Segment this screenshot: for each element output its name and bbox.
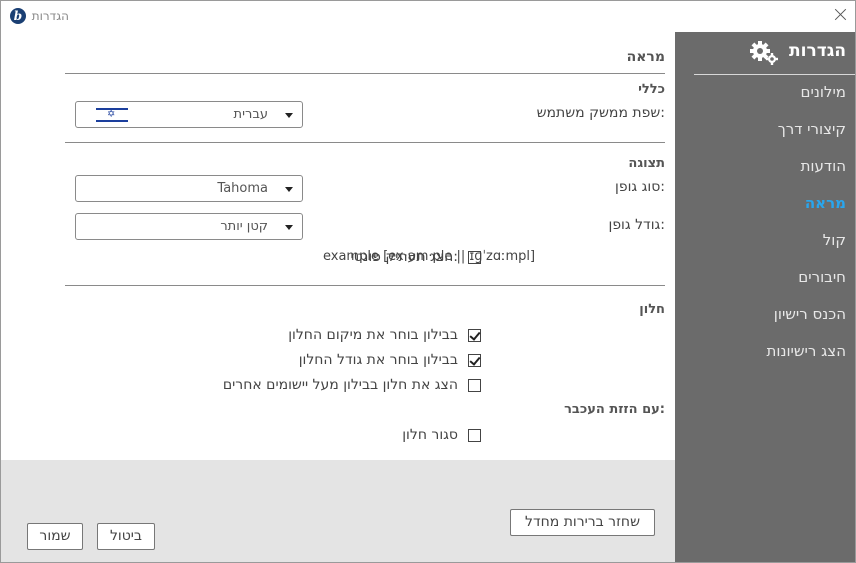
display-heading: תצוגה (628, 156, 665, 171)
close-icon[interactable] (831, 5, 851, 25)
gears-icon (750, 41, 778, 65)
phonetic-example: example [ex·am·ple || ɪɡˈzɑːmpl] (323, 249, 536, 264)
window-position-label: בבילון בוחר את מיקום החלון (288, 327, 458, 343)
always-on-top-label: הצג את חלון בבילון מעל יישומים אחרים (222, 377, 458, 393)
font-type-value: Tahoma (217, 181, 268, 196)
sidebar-item-connections[interactable]: חיבורים (767, 267, 846, 304)
window-heading: חלון (639, 302, 665, 317)
divider (65, 142, 665, 143)
sidebar-item-shortcuts[interactable]: קיצורי דרך (767, 119, 846, 156)
window-size-row[interactable]: בבילון בוחר את גודל החלון (299, 350, 481, 370)
font-size-select[interactable]: קטן יותר (75, 213, 303, 240)
window-size-label: בבילון בוחר את גודל החלון (298, 352, 458, 368)
settings-content: מראה כללי שפת ממשק משתמש: עברית ✡ תצוגה … (1, 32, 675, 562)
sidebar-item-notifications[interactable]: הודעות (767, 156, 846, 193)
window-title: הגדרות (31, 9, 69, 23)
close-window-label: סגור חלון (402, 427, 458, 443)
sidebar-item-appearance[interactable]: מראה (767, 193, 846, 230)
window-position-checkbox[interactable] (468, 328, 481, 342)
window-position-row[interactable]: בבילון בוחר את מיקום החלון (288, 325, 481, 345)
restore-defaults-button[interactable]: שחזר ברירות מחדל (510, 509, 655, 536)
font-size-label: גודל גופן: (608, 217, 666, 233)
sidebar-item-sound[interactable]: קול (767, 230, 846, 267)
sidebar-title: הגדרות (789, 41, 846, 61)
mouse-move-heading: עם הזזת העכבר: (564, 402, 665, 417)
font-type-label: סוג גופן: (615, 179, 665, 195)
always-on-top-checkbox[interactable] (468, 378, 481, 392)
save-button[interactable]: שמור (27, 523, 83, 550)
divider (65, 285, 665, 286)
sidebar-item-enter-license[interactable]: הכנס רישיון (767, 304, 846, 341)
page-title: מראה (626, 49, 665, 65)
sidebar-nav: מילונים קיצורי דרך הודעות מראה קול חיבור… (767, 82, 847, 378)
general-heading: כללי (638, 82, 665, 97)
cancel-button[interactable]: ביטול (97, 523, 155, 550)
babylon-logo-icon: b (10, 8, 26, 24)
sidebar-divider (694, 74, 855, 75)
ui-language-select[interactable]: עברית ✡ (75, 101, 303, 128)
chevron-down-icon (285, 225, 293, 230)
close-window-row[interactable]: סגור חלון (402, 425, 481, 445)
ui-language-value: עברית (233, 107, 268, 122)
chevron-down-icon (285, 113, 293, 118)
title-bar: b הגדרות (1, 1, 855, 32)
always-on-top-row[interactable]: הצג את חלון בבילון מעל יישומים אחרים (223, 375, 481, 395)
divider (65, 73, 665, 74)
sidebar-header: הגדרות (675, 32, 855, 74)
sidebar-item-dictionaries[interactable]: מילונים (767, 82, 846, 119)
sidebar-item-show-licenses[interactable]: הצג רישיונות (767, 341, 847, 378)
chevron-down-icon (285, 187, 293, 192)
settings-window: b הגדרות הגדרות מילונים קיצורי דרך הודעו… (0, 0, 856, 563)
window-size-checkbox[interactable] (468, 353, 481, 367)
ui-language-label: שפת ממשק משתמש: (536, 105, 665, 121)
font-type-select[interactable]: Tahoma (75, 175, 303, 202)
israel-flag-icon: ✡ (96, 107, 128, 123)
settings-sidebar: הגדרות מילונים קיצורי דרך הודעות מראה קו… (675, 32, 855, 562)
font-size-value: קטן יותר (220, 219, 268, 234)
close-window-checkbox[interactable] (468, 428, 481, 442)
